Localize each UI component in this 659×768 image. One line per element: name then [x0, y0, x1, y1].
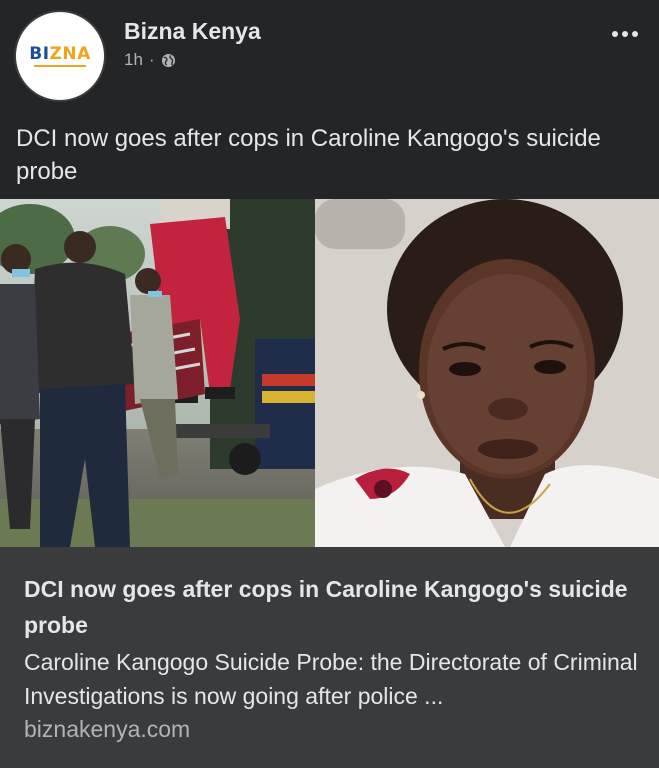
post-timestamp[interactable]: 1h	[124, 50, 143, 70]
scene-photo	[0, 199, 315, 547]
page-avatar[interactable]: BIZNA	[14, 10, 106, 102]
scene-photo-illustration	[0, 199, 315, 547]
facebook-post: BIZNA Bizna Kenya 1h · DCI now goes afte…	[0, 0, 659, 768]
portrait-photo-illustration	[315, 199, 659, 547]
more-dot	[632, 31, 638, 37]
post-header: BIZNA Bizna Kenya 1h ·	[0, 0, 659, 110]
more-dot	[622, 31, 628, 37]
more-options-icon	[612, 31, 618, 37]
link-preview-card[interactable]: DCI now goes after cops in Caroline Kang…	[0, 547, 659, 768]
more-options-button[interactable]	[605, 22, 645, 46]
page-name-link[interactable]: Bizna Kenya	[124, 18, 261, 45]
portrait-photo	[315, 199, 659, 547]
link-description: Caroline Kangogo Suicide Probe: the Dire…	[24, 649, 638, 709]
post-caption: DCI now goes after cops in Caroline Kang…	[16, 125, 601, 185]
meta-separator: ·	[148, 50, 155, 69]
logo-underline	[34, 64, 86, 67]
bizna-logo: BIZNA	[29, 43, 91, 64]
link-domain: biznakenya.com	[24, 716, 191, 742]
post-meta: 1h ·	[124, 50, 176, 70]
link-title[interactable]: DCI now goes after cops in Caroline Kang…	[24, 571, 634, 643]
link-preview-image[interactable]	[0, 199, 659, 547]
globe-icon[interactable]	[161, 53, 176, 68]
